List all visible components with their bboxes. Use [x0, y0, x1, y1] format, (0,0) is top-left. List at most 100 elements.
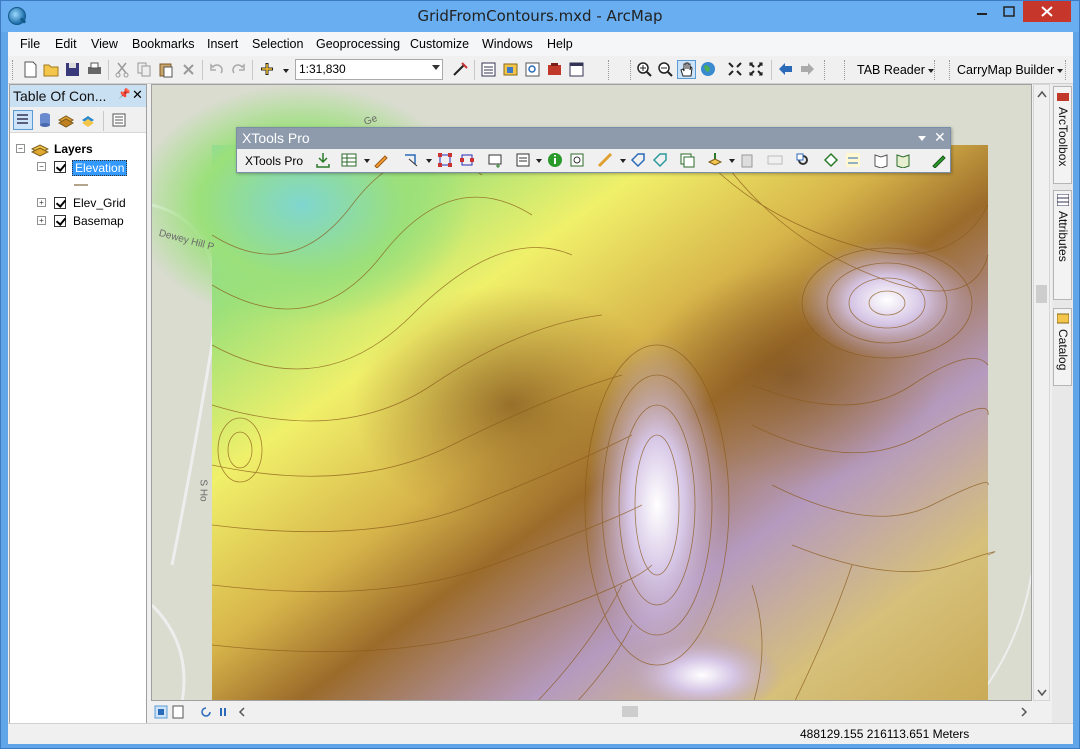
- xtools-shape-select-icon[interactable]: [403, 152, 419, 168]
- undo-icon[interactable]: [208, 61, 225, 78]
- python-window-icon[interactable]: [568, 61, 585, 78]
- scroll-left-icon[interactable]: [238, 707, 246, 717]
- dock-tab-catalog[interactable]: Catalog: [1053, 308, 1072, 386]
- xtools-book-icon[interactable]: [873, 152, 889, 168]
- layer-visibility-checkbox[interactable]: [54, 161, 66, 173]
- table-of-contents-icon[interactable]: [480, 61, 497, 78]
- toolbar-grip[interactable]: [934, 60, 937, 80]
- layout-view-icon[interactable]: [171, 705, 185, 719]
- list-by-source-icon[interactable]: [36, 111, 54, 129]
- xtools-layers-icon[interactable]: [679, 152, 695, 168]
- paste-icon[interactable]: [158, 61, 175, 78]
- list-by-drawing-order-icon[interactable]: [13, 110, 33, 130]
- xtools-sql-icon[interactable]: [767, 152, 783, 168]
- zoom-in-icon[interactable]: [636, 61, 653, 78]
- menu-geoprocessing[interactable]: Geoprocessing: [316, 37, 400, 51]
- xtools-rectangle-icon[interactable]: [487, 152, 503, 168]
- layer-name-elev-grid[interactable]: Elev_Grid: [73, 196, 126, 210]
- xtools-split-icon[interactable]: [459, 152, 475, 168]
- scroll-up-icon[interactable]: [1037, 90, 1047, 98]
- menu-windows[interactable]: Windows: [482, 37, 533, 51]
- menu-customize[interactable]: Customize: [410, 37, 469, 51]
- chevron-down-icon[interactable]: [620, 159, 626, 163]
- xtools-info-icon[interactable]: [547, 152, 563, 168]
- add-data-dropdown[interactable]: [283, 69, 289, 73]
- arctoolbox-icon[interactable]: [546, 61, 563, 78]
- options-icon[interactable]: [110, 111, 128, 129]
- print-icon[interactable]: [86, 61, 103, 78]
- chevron-down-icon[interactable]: [364, 159, 370, 163]
- collapse-icon[interactable]: −: [16, 144, 25, 153]
- toc-layer-elevation[interactable]: − Elevation: [10, 159, 146, 177]
- layer-visibility-checkbox[interactable]: [54, 215, 66, 227]
- xtools-tag-eraser-icon[interactable]: [652, 152, 668, 168]
- xtools-zoom-table-icon[interactable]: [569, 152, 585, 168]
- menu-file[interactable]: File: [20, 37, 40, 51]
- zoom-out-icon[interactable]: [657, 61, 674, 78]
- xtools-menu[interactable]: XTools Pro: [245, 154, 303, 168]
- xtools-settings-icon[interactable]: [795, 152, 811, 168]
- layer-name-basemap[interactable]: Basemap: [73, 214, 124, 228]
- map-scale-combo[interactable]: 1:31,830: [295, 59, 443, 80]
- fixed-zoom-in-icon[interactable]: [727, 61, 744, 78]
- xtools-pencil-icon[interactable]: [373, 152, 389, 168]
- horizontal-scroll-thumb[interactable]: [622, 706, 638, 717]
- add-data-icon[interactable]: [259, 61, 276, 78]
- catalog-window-icon[interactable]: [502, 61, 519, 78]
- redo-icon[interactable]: [230, 61, 247, 78]
- pause-drawing-icon[interactable]: [217, 706, 229, 718]
- horizontal-scrollbar[interactable]: [198, 703, 1032, 720]
- menu-help[interactable]: Help: [547, 37, 573, 51]
- pan-hand-icon[interactable]: [677, 60, 696, 79]
- menu-selection[interactable]: Selection: [252, 37, 303, 51]
- toolbar-grip[interactable]: [12, 60, 15, 80]
- layer-visibility-checkbox[interactable]: [54, 197, 66, 209]
- expand-icon[interactable]: +: [37, 216, 46, 225]
- xtools-measure-icon[interactable]: [597, 152, 613, 168]
- toolbar-grip[interactable]: [1065, 60, 1068, 80]
- toolbar-grip[interactable]: [630, 60, 633, 80]
- title-bar[interactable]: GridFromContours.mxd - ArcMap: [1, 1, 1079, 32]
- menu-view[interactable]: View: [91, 37, 118, 51]
- tab-reader-menu[interactable]: TAB Reader: [857, 63, 934, 77]
- open-folder-icon[interactable]: [43, 61, 60, 78]
- minimize-button[interactable]: [969, 1, 995, 22]
- xtools-map-book-icon[interactable]: [895, 152, 911, 168]
- go-back-arrow-icon[interactable]: [777, 61, 794, 78]
- refresh-icon[interactable]: [200, 706, 212, 718]
- toolbar-grip[interactable]: [844, 60, 847, 80]
- editor-toolbar-icon[interactable]: [452, 61, 469, 78]
- cut-icon[interactable]: [114, 61, 131, 78]
- full-extent-globe-icon[interactable]: [700, 61, 717, 78]
- chevron-down-icon[interactable]: [426, 159, 432, 163]
- map-view[interactable]: Dewey Hill P S Ho Ge: [151, 84, 1032, 701]
- chevron-down-icon[interactable]: [918, 136, 926, 141]
- fixed-zoom-out-icon[interactable]: [748, 61, 765, 78]
- layer-name-elevation[interactable]: Elevation: [72, 160, 128, 176]
- xtools-stack-icon[interactable]: [707, 152, 723, 168]
- go-forward-arrow-icon[interactable]: [799, 61, 816, 78]
- expand-icon[interactable]: +: [37, 198, 46, 207]
- xtools-close-icon[interactable]: ✕: [934, 129, 946, 146]
- toolbar-grip[interactable]: [608, 60, 611, 80]
- new-document-icon[interactable]: [22, 61, 39, 78]
- maximize-button[interactable]: [996, 1, 1022, 22]
- toolbar-grip[interactable]: [824, 60, 827, 80]
- list-by-selection-icon[interactable]: [79, 111, 97, 129]
- scroll-down-icon[interactable]: [1037, 689, 1047, 697]
- collapse-icon[interactable]: −: [37, 162, 46, 171]
- xtools-tag-icon[interactable]: [630, 152, 646, 168]
- vertical-scroll-thumb[interactable]: [1036, 285, 1047, 303]
- toc-layer-basemap[interactable]: + Basemap: [10, 213, 146, 231]
- toc-close-icon[interactable]: ✕: [132, 87, 143, 103]
- chevron-down-icon[interactable]: [729, 159, 735, 163]
- pin-icon[interactable]: 📌: [118, 89, 130, 100]
- xtools-export-icon[interactable]: [315, 152, 331, 168]
- menu-edit[interactable]: Edit: [55, 37, 77, 51]
- save-icon[interactable]: [64, 61, 81, 78]
- close-button[interactable]: [1023, 1, 1071, 22]
- list-by-visibility-icon[interactable]: [57, 111, 75, 129]
- delete-icon[interactable]: [180, 61, 197, 78]
- vertical-scrollbar[interactable]: [1033, 84, 1050, 701]
- xtools-edit-pen-icon[interactable]: [931, 152, 947, 168]
